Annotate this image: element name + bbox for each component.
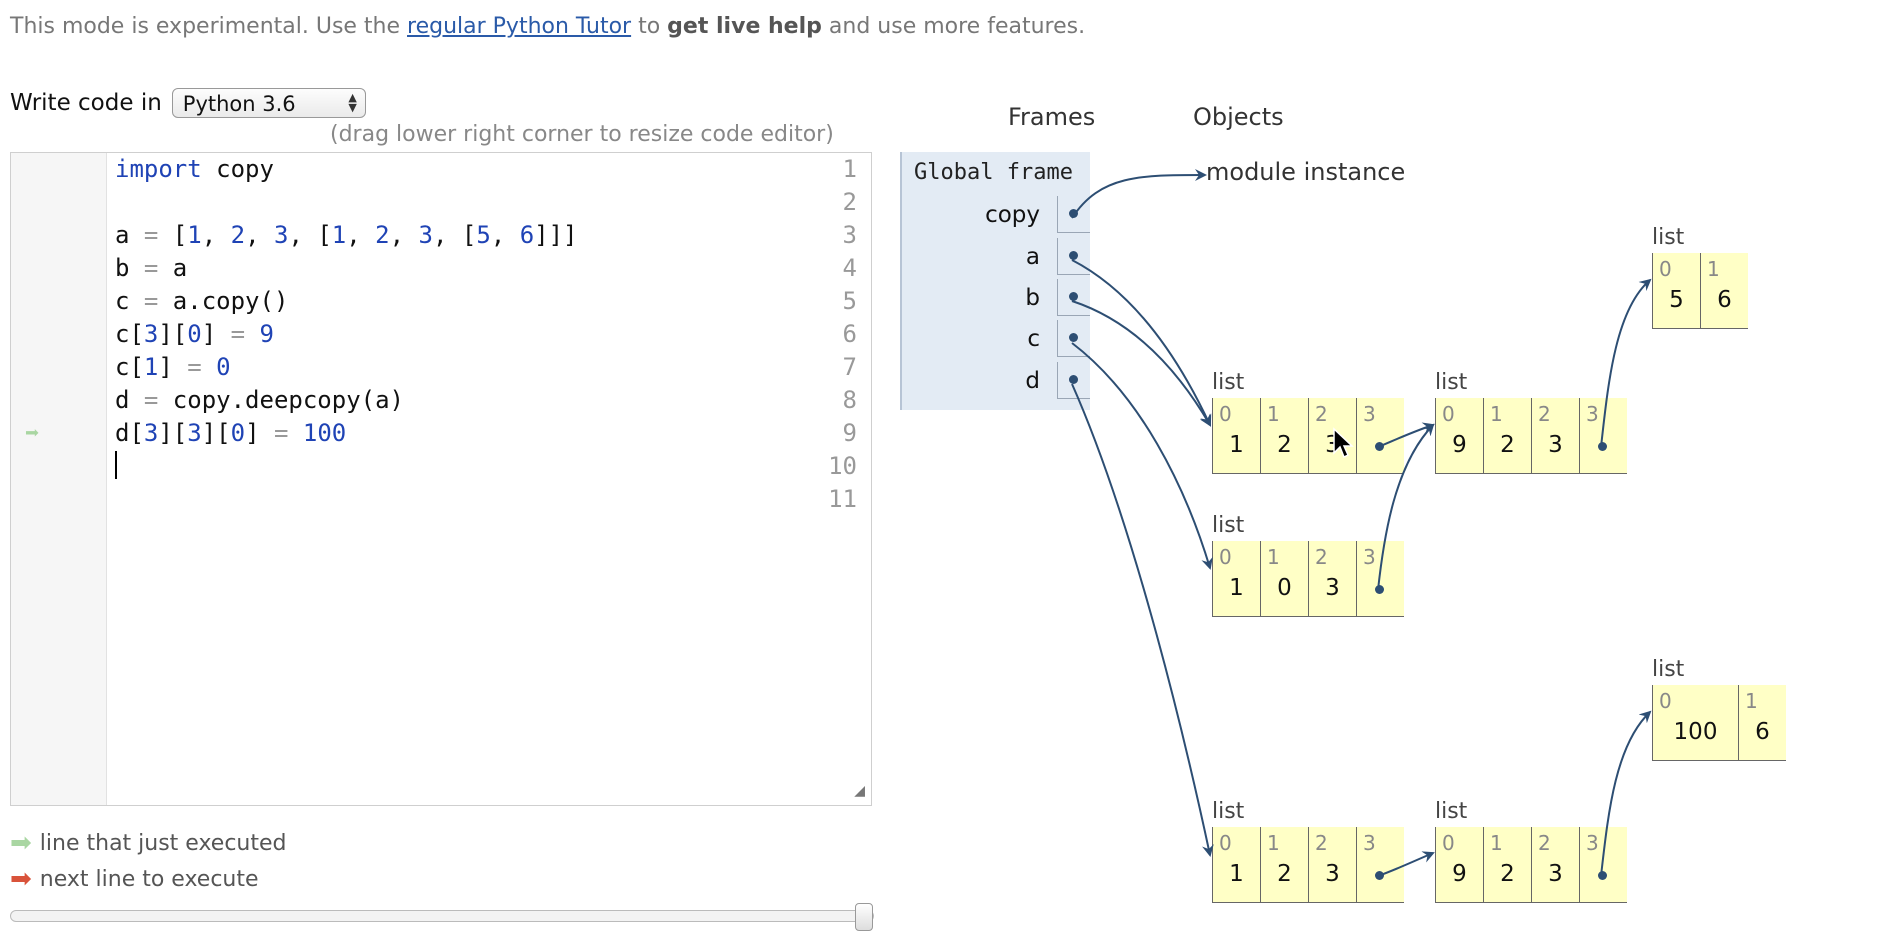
visualization-panel: Frames Objects Global frame copy a b c d… <box>900 95 1899 938</box>
arrow-list-d-to-list-b <box>1377 423 1435 591</box>
code-text: c[3][0] = 9 <box>115 320 274 348</box>
notice-bold-text: get live help <box>667 14 822 39</box>
mouse-pointer-icon <box>1333 427 1354 459</box>
green-arrow-icon: ➡ <box>10 828 32 858</box>
line-number: 1 <box>842 155 857 183</box>
line-number: 10 <box>828 452 857 480</box>
just-executed-arrow-icon: ➡ <box>25 419 40 447</box>
arrow-a-to-list-a <box>1071 259 1212 427</box>
line-number: 4 <box>842 254 857 282</box>
line-number: 3 <box>842 221 857 249</box>
code-line[interactable]: 6 c[3][0] = 9 <box>11 318 871 351</box>
arrow-list-b-to-list-c <box>1600 278 1652 448</box>
resize-hint: (drag lower right corner to resize code … <box>330 122 834 147</box>
arrow-list-f-to-list-g <box>1377 851 1435 877</box>
arrow-copy-to-module <box>1071 169 1207 219</box>
language-label: Write code in <box>10 90 162 116</box>
code-text: b = a <box>115 254 188 282</box>
line-number: 7 <box>842 353 857 381</box>
legend-label: line that just executed <box>39 830 287 856</box>
language-select[interactable]: Python 3.6 ▲ ▼ <box>171 88 366 118</box>
select-arrows-icon: ▲ ▼ <box>348 91 357 114</box>
resize-grip-icon[interactable]: ◢ <box>854 783 865 799</box>
code-text: c[1] = 0 <box>115 353 231 381</box>
code-line[interactable]: 8 d = copy.deepcopy(a) <box>11 384 871 417</box>
line-number: 2 <box>842 188 857 216</box>
notice-text: and use more features. <box>821 14 1086 39</box>
pointer-arrows <box>1071 169 1652 877</box>
code-editor[interactable]: 1 import copy 2 3 a = [1, 2, 3, [1, 2, 3… <box>10 152 872 806</box>
code-line[interactable]: 4 b = a <box>11 252 871 285</box>
code-line[interactable]: 1 import copy <box>11 153 871 186</box>
legend-next-line: ➡ next line to execute <box>10 866 259 892</box>
code-line-current[interactable]: ➡ 9 d[3][3][0] = 100 <box>11 417 871 450</box>
line-number: 9 <box>842 419 857 447</box>
code-line[interactable]: 5 c = a.copy() <box>11 285 871 318</box>
legend-just-executed: ➡ line that just executed <box>10 830 287 856</box>
code-line[interactable]: 7 c[1] = 0 <box>11 351 871 384</box>
line-number: 6 <box>842 320 857 348</box>
step-slider-track[interactable] <box>10 910 874 922</box>
code-text: d[3][3][0] = 100 <box>115 419 347 447</box>
regular-python-tutor-link[interactable]: regular Python Tutor <box>407 14 631 39</box>
arrow-list-g-to-list-e <box>1600 710 1652 877</box>
arrow-b-to-list-a <box>1071 300 1212 427</box>
red-arrow-icon: ➡ <box>10 864 32 894</box>
code-line[interactable]: 2 <box>11 186 871 219</box>
code-line[interactable]: 11 <box>11 483 871 516</box>
code-text: a = [1, 2, 3, [1, 2, 3, [5, 6]]] <box>115 221 578 249</box>
line-number: 5 <box>842 287 857 315</box>
step-slider-thumb[interactable] <box>855 903 873 931</box>
language-selected-value: Python 3.6 <box>182 92 296 116</box>
arrow-d-to-list-f <box>1071 383 1214 857</box>
notice-text: to <box>631 14 668 39</box>
text-cursor <box>115 450 117 483</box>
code-line[interactable]: 10 <box>11 450 871 483</box>
code-text: c = a.copy() <box>115 287 289 315</box>
code-line[interactable]: 3 a = [1, 2, 3, [1, 2, 3, [5, 6]]] <box>11 219 871 252</box>
experimental-notice: This mode is experimental. Use the regul… <box>10 14 1085 39</box>
code-text: import copy <box>115 155 274 183</box>
line-number: 11 <box>828 485 857 513</box>
arrow-c-to-list-d <box>1071 342 1213 570</box>
line-number: 8 <box>842 386 857 414</box>
notice-text: This mode is experimental. Use the <box>10 14 408 39</box>
code-text: d = copy.deepcopy(a) <box>115 386 404 414</box>
language-row: Write code in Python 3.6 ▲ ▼ <box>10 88 366 118</box>
legend-label: next line to execute <box>39 866 259 892</box>
